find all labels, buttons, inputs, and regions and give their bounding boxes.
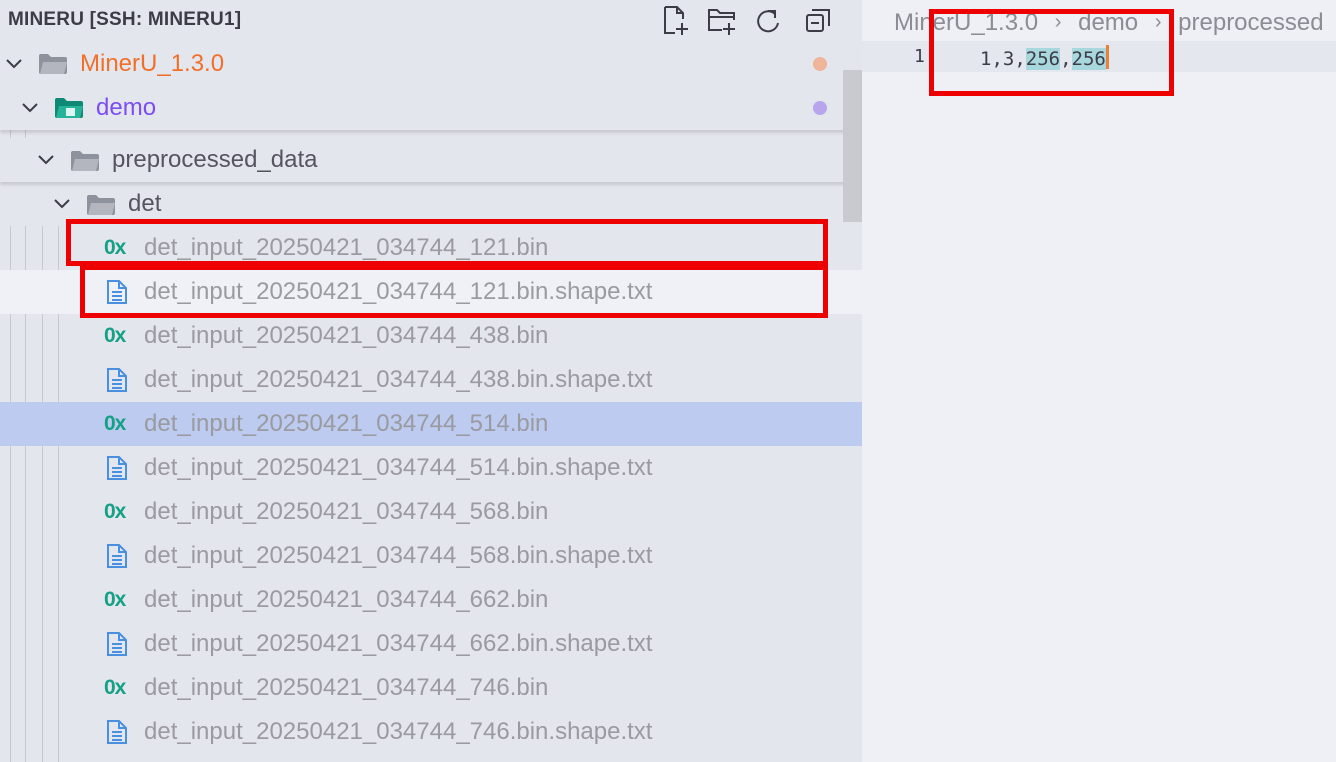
folder-open-icon: [87, 195, 115, 215]
tree-file-label: det_input_20250421_034744_568.bin.shape.…: [144, 542, 653, 569]
text-file-icon: [107, 456, 127, 480]
selection-highlight: 256: [1025, 48, 1061, 70]
tree-folder-row[interactable]: preprocessed_data: [0, 138, 862, 182]
tree-file-label: det_input_20250421_034744_514.bin.shape.…: [144, 454, 653, 481]
new-folder-button[interactable]: [706, 4, 738, 38]
tree-file-label: det_input_20250421_034744_438.bin.shape.…: [144, 366, 653, 393]
tree-file-row[interactable]: det_input_20250421_034744_438.bin.shape.…: [0, 358, 862, 402]
git-status-dot: [813, 57, 827, 71]
chevron-right-icon: ›: [1054, 11, 1062, 34]
tree-file-row[interactable]: det_input_20250421_034744_514.bin.shape.…: [0, 446, 862, 490]
tree-file-row[interactable]: 0x det_input_20250421_034744_568.bin: [0, 490, 862, 534]
folder-open-icon: [71, 151, 99, 171]
tree-file-label: det_input_20250421_034744_514.bin: [144, 410, 549, 437]
tree-file-row[interactable]: 0x det_input_20250421_034744_746.bin: [0, 666, 862, 710]
refresh-icon: [757, 10, 779, 33]
tree-folder-label: preprocessed_data: [112, 146, 318, 173]
text-file-icon: [107, 720, 127, 744]
chevron-down-icon[interactable]: [20, 99, 40, 117]
new-file-button[interactable]: [660, 4, 692, 38]
collapse-all-button[interactable]: [802, 4, 834, 38]
breadcrumb: MinerU_1.3.0 › demo › preprocessed: [894, 8, 1324, 38]
selection-highlight: 256: [1071, 48, 1106, 70]
tree-folder-label: det: [128, 190, 162, 217]
collapse-all-icon: [806, 9, 830, 32]
tree-file-label: det_input_20250421_034744_746.bin.shape.…: [144, 718, 653, 745]
tree-folder-row[interactable]: MinerU_1.3.0: [0, 42, 862, 86]
scrollbar-thumb[interactable]: [843, 70, 862, 222]
code-line[interactable]: 1,3,256,256: [980, 45, 1109, 70]
tree-file-label: det_input_20250421_034744_121.bin.shape.…: [144, 278, 653, 305]
binary-file-icon: 0x: [104, 500, 126, 523]
tree-file-row[interactable]: det_input_20250421_034744_662.bin.shape.…: [0, 622, 862, 666]
explorer-panel: 0x det_input_20250421_034744_121.bin det_i…: [0, 0, 862, 762]
code-text: 1,3,: [980, 48, 1026, 70]
editor-panel: MinerU_1.3.0 › demo › preprocessed 1 1,3…: [862, 0, 1336, 762]
tree-file-label: det_input_20250421_034744_746.bin: [144, 674, 549, 701]
tree-folder-row[interactable]: det: [0, 182, 862, 226]
tree-file-row[interactable]: det_input_20250421_034744_746.bin.shape.…: [0, 710, 862, 754]
tree-file-label: det_input_20250421_034744_121.bin: [144, 234, 549, 261]
chevron-down-icon[interactable]: [4, 55, 24, 73]
text-file-icon: [107, 632, 127, 656]
tree-file-row[interactable]: 0x det_input_20250421_034744_514.bin: [0, 402, 862, 446]
refresh-button[interactable]: [752, 4, 784, 38]
chevron-down-icon[interactable]: [36, 151, 56, 169]
breadcrumb-item[interactable]: demo: [1078, 9, 1138, 37]
new-file-icon: [664, 6, 688, 35]
text-cursor: [1105, 45, 1109, 69]
tree-file-label: det_input_20250421_034744_662.bin.shape.…: [144, 630, 653, 657]
breadcrumb-item[interactable]: preprocessed: [1178, 9, 1323, 37]
tree-file-row[interactable]: det_input_20250421_034744_121.bin.shape.…: [0, 270, 862, 314]
chevron-down-icon[interactable]: [52, 195, 72, 213]
binary-file-icon: 0x: [104, 412, 126, 435]
tree-folder-label: MinerU_1.3.0: [80, 50, 225, 77]
tree-file-row[interactable]: det_input_20250421_034744_568.bin.shape.…: [0, 534, 862, 578]
tree-file-row[interactable]: 0x det_input_20250421_034744_662.bin: [0, 578, 862, 622]
text-file-icon: [107, 368, 127, 392]
binary-file-icon: 0x: [104, 588, 126, 611]
breadcrumb-item[interactable]: MinerU_1.3.0: [894, 9, 1038, 37]
tree-file-row[interactable]: 0x det_input_20250421_034744_121.bin: [0, 226, 862, 270]
new-folder-icon: [708, 9, 735, 35]
code-text: ,: [1060, 48, 1072, 70]
tree-file-label: det_input_20250421_034744_568.bin: [144, 498, 549, 525]
binary-file-icon: 0x: [104, 676, 126, 699]
tree-folder-row[interactable]: demo: [0, 86, 862, 130]
git-status-dot: [813, 101, 827, 115]
folder-open-icon: [39, 54, 67, 74]
explorer-header: MINERU [SSH: MINERU1]: [0, 0, 862, 42]
tree-file-label: det_input_20250421_034744_662.bin: [144, 586, 549, 613]
tree-folder-label: demo: [96, 94, 157, 121]
chevron-right-icon: ›: [1154, 11, 1162, 34]
binary-file-icon: 0x: [104, 324, 126, 347]
tree-file-label: det_input_20250421_034744_438.bin: [144, 322, 549, 349]
text-file-icon: [107, 280, 127, 304]
explorer-title: MINERU [SSH: MINERU1]: [8, 9, 242, 30]
line-number: 1: [914, 46, 925, 67]
folder-open-icon: [55, 98, 83, 118]
tree-file-row[interactable]: 0x det_input_20250421_034744_438.bin: [0, 314, 862, 358]
text-file-icon: [107, 544, 127, 568]
binary-file-icon: 0x: [104, 236, 126, 259]
